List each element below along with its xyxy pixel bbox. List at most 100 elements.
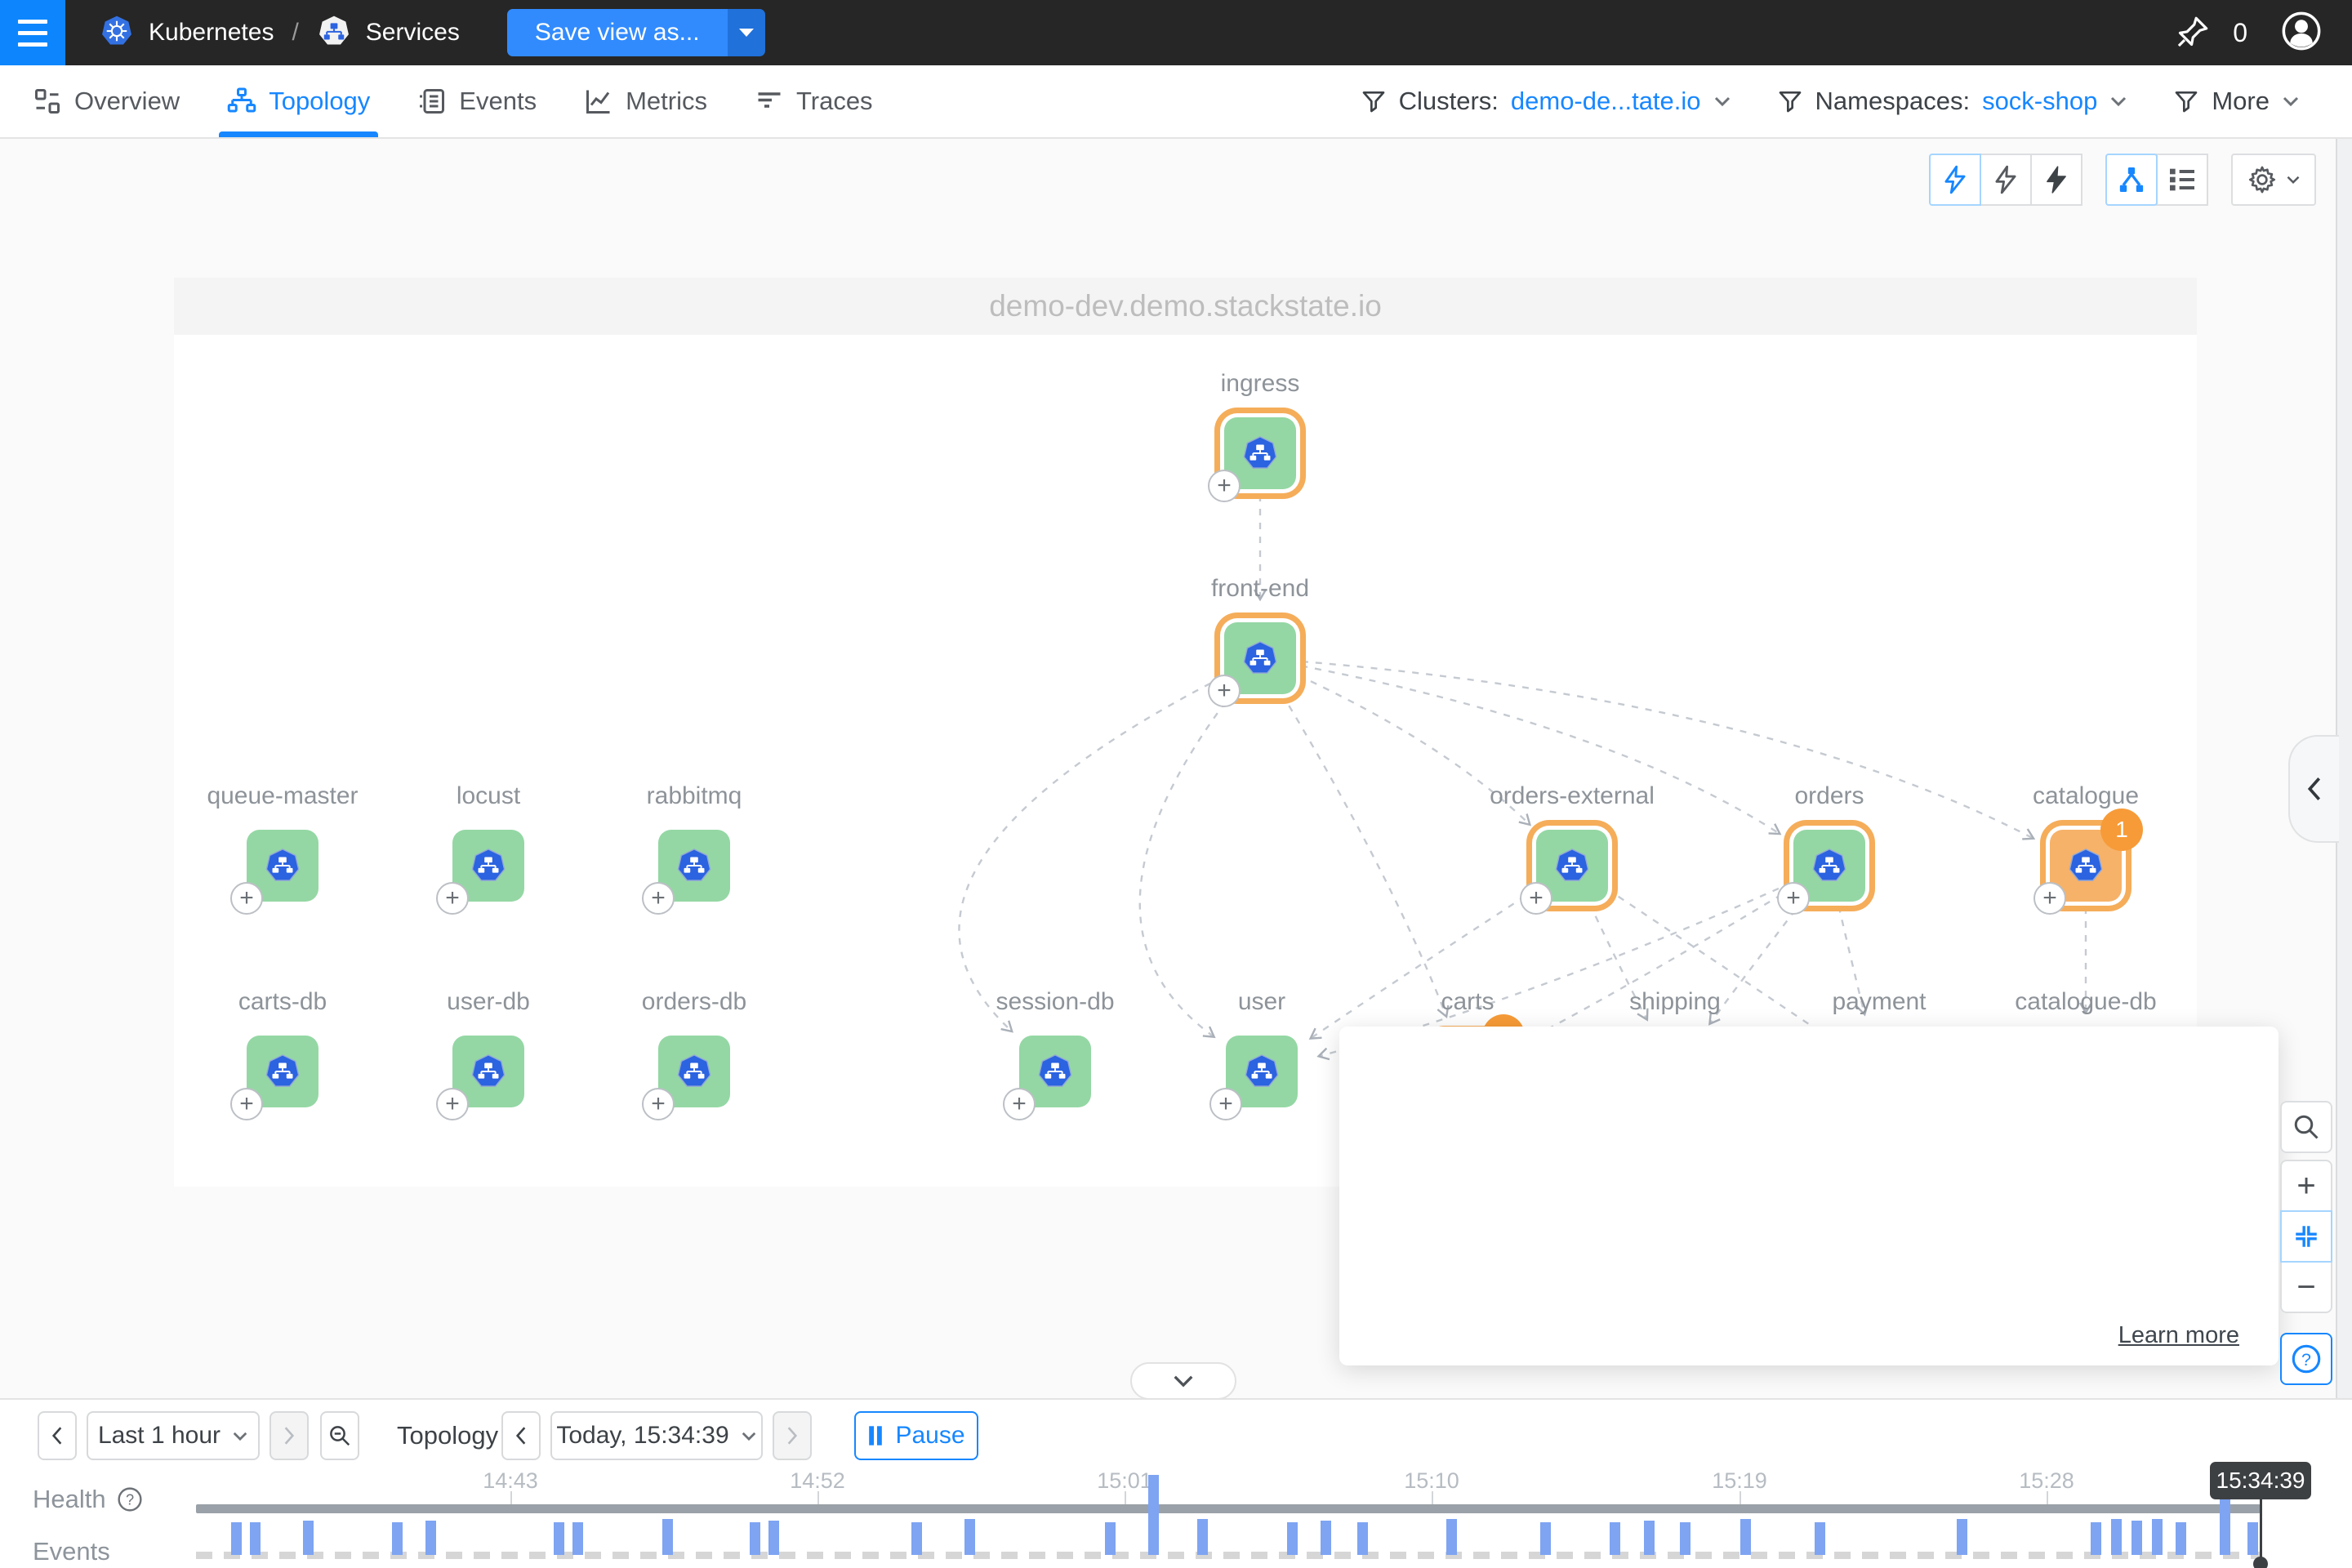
expand-node-button-orders-db[interactable]: + — [642, 1088, 675, 1120]
current-time-badge[interactable]: 15:34:39 — [2210, 1462, 2311, 1499]
topology-node-user[interactable]: user+ — [1226, 1036, 1298, 1107]
expand-node-button-carts-db[interactable]: + — [230, 1088, 263, 1120]
current-time-marker-dot[interactable] — [2253, 1557, 2268, 1568]
time-tick-label: 14:52 — [768, 1468, 866, 1494]
zoom-in-button[interactable]: + — [2280, 1160, 2332, 1212]
topology-node-orders-external[interactable]: orders-external+ — [1536, 830, 1608, 902]
datetime-select[interactable]: Today, 15:34:39 — [550, 1411, 763, 1460]
expand-node-button-orders-external[interactable]: + — [1520, 882, 1552, 915]
chevron-down-icon — [741, 1431, 757, 1441]
event-bar — [1321, 1521, 1331, 1555]
expand-node-button-catalogue[interactable]: + — [2034, 882, 2066, 915]
datetime-value[interactable]: Today, 15:34:39 — [556, 1422, 728, 1450]
expand-node-button-queue-master[interactable]: + — [230, 882, 263, 915]
filter-more[interactable]: More — [2173, 87, 2300, 116]
time-range-value[interactable]: Last 1 hour — [98, 1422, 220, 1450]
expand-node-button-session-db[interactable]: + — [1003, 1088, 1036, 1120]
tab-metrics-label[interactable]: Metrics — [626, 87, 707, 116]
topology-node-orders-db[interactable]: orders-db+ — [658, 1036, 730, 1107]
event-bar — [1540, 1522, 1551, 1555]
expand-node-button-user-db[interactable]: + — [436, 1088, 469, 1120]
time-prev-button[interactable] — [501, 1411, 541, 1460]
topology-node-ingress[interactable]: ingress+ — [1224, 417, 1296, 489]
breadcrumb-kubernetes[interactable]: Kubernetes — [149, 19, 274, 47]
filter-more-label[interactable]: More — [2212, 87, 2270, 116]
problems-filter-filled-button[interactable] — [2030, 154, 2082, 206]
topology-node-orders[interactable]: orders+ — [1793, 830, 1865, 902]
save-view-dropdown-caret[interactable] — [728, 9, 765, 56]
time-tick-label: 15:19 — [1690, 1468, 1788, 1494]
filter-clusters-value[interactable]: demo-de...tate.io — [1511, 87, 1701, 116]
chevron-left-icon — [50, 1425, 65, 1446]
help-button[interactable]: ? — [2280, 1333, 2332, 1385]
user-avatar[interactable] — [2280, 10, 2323, 56]
range-next-button[interactable] — [270, 1411, 309, 1460]
topology-node-rabbitmq[interactable]: rabbitmq+ — [658, 830, 730, 902]
current-time-marker-line[interactable] — [2260, 1499, 2262, 1560]
tab-topology[interactable]: Topology — [227, 65, 370, 137]
tab-overview[interactable]: Overview — [33, 65, 180, 137]
topology-node-front-end[interactable]: front-end+ — [1224, 622, 1296, 694]
expand-node-button-ingress[interactable]: + — [1208, 470, 1241, 502]
save-view-as-label[interactable]: Save view as... — [507, 9, 728, 56]
range-prev-button[interactable] — [38, 1411, 77, 1460]
tab-overview-label[interactable]: Overview — [74, 87, 180, 116]
topology-node-session-db[interactable]: session-db+ — [1019, 1036, 1091, 1107]
tabs: Overview Topology Events Metrics Traces — [33, 65, 873, 137]
save-view-as-button[interactable]: Save view as... — [507, 9, 765, 56]
event-bar — [1957, 1519, 1967, 1555]
problems-filter-outline-button[interactable] — [1980, 154, 2032, 206]
pin-icon[interactable] — [2176, 13, 2212, 53]
tab-topology-label[interactable]: Topology — [269, 87, 370, 116]
service-heptagon-icon — [470, 1053, 507, 1090]
expand-node-button-front-end[interactable]: + — [1208, 675, 1241, 707]
filter-namespaces-value[interactable]: sock-shop — [1982, 87, 2097, 116]
expand-node-button-rabbitmq[interactable]: + — [642, 882, 675, 915]
topology-node-locust[interactable]: locust+ — [452, 830, 524, 902]
topology-node-user-db[interactable]: user-db+ — [452, 1036, 524, 1107]
right-panel-rail — [2336, 139, 2352, 1568]
canvas-search-button[interactable] — [2280, 1101, 2332, 1153]
expand-node-button-orders[interactable]: + — [1777, 882, 1810, 915]
topology-node-queue-master[interactable]: queue-master+ — [247, 830, 318, 902]
events-baseline[interactable] — [196, 1552, 2261, 1559]
right-panel-collapse-tab[interactable] — [2288, 735, 2339, 843]
expand-node-button-user[interactable]: + — [1209, 1088, 1242, 1120]
topology-view-button[interactable] — [2105, 154, 2158, 206]
violation-badge-catalogue[interactable]: 1 — [2100, 808, 2143, 851]
filter-clusters[interactable]: Clusters: demo-de...tate.io — [1361, 87, 1731, 116]
kubernetes-icon — [100, 14, 134, 52]
event-bar — [1740, 1519, 1751, 1555]
health-row-label: Health ? — [33, 1485, 144, 1514]
time-range-select[interactable]: Last 1 hour — [87, 1411, 260, 1460]
expand-node-button-locust[interactable]: + — [436, 882, 469, 915]
pause-button[interactable]: Pause — [854, 1411, 978, 1460]
pause-label[interactable]: Pause — [895, 1422, 964, 1450]
tab-events-label[interactable]: Events — [459, 87, 537, 116]
tab-traces-label[interactable]: Traces — [796, 87, 873, 116]
zoom-out-button[interactable]: − — [2280, 1261, 2332, 1313]
menu-button[interactable] — [0, 0, 65, 65]
learn-more-link[interactable]: Learn more — [2118, 1322, 2239, 1349]
problems-filter-blue-button[interactable] — [1929, 154, 1981, 206]
topology-node-carts-db[interactable]: carts-db+ — [247, 1036, 318, 1107]
topology-node-catalogue[interactable]: catalogue1+ — [2050, 830, 2122, 902]
health-help-icon[interactable]: ? — [116, 1486, 144, 1513]
tab-events[interactable]: Events — [417, 65, 537, 137]
settings-button[interactable] — [2231, 154, 2316, 206]
tab-metrics[interactable]: Metrics — [584, 65, 707, 137]
list-view-button[interactable] — [2156, 154, 2208, 206]
fit-to-screen-button[interactable] — [2280, 1210, 2332, 1263]
timeline-zoom-out-button[interactable] — [320, 1411, 359, 1460]
svg-text:?: ? — [126, 1492, 134, 1508]
topology-view-icon — [2115, 163, 2148, 196]
timeline-collapse-button[interactable] — [1130, 1362, 1236, 1400]
timeline-view-label: Topology — [397, 1411, 498, 1460]
time-next-button[interactable] — [773, 1411, 812, 1460]
node-label-catalogue: catalogue — [1922, 782, 2249, 810]
tab-traces[interactable]: Traces — [755, 65, 873, 137]
magnifier-minus-icon — [327, 1423, 352, 1448]
health-track[interactable] — [196, 1504, 2261, 1513]
breadcrumb-services[interactable]: Services — [366, 19, 460, 47]
filter-namespaces[interactable]: Namespaces: sock-shop — [1777, 87, 2128, 116]
